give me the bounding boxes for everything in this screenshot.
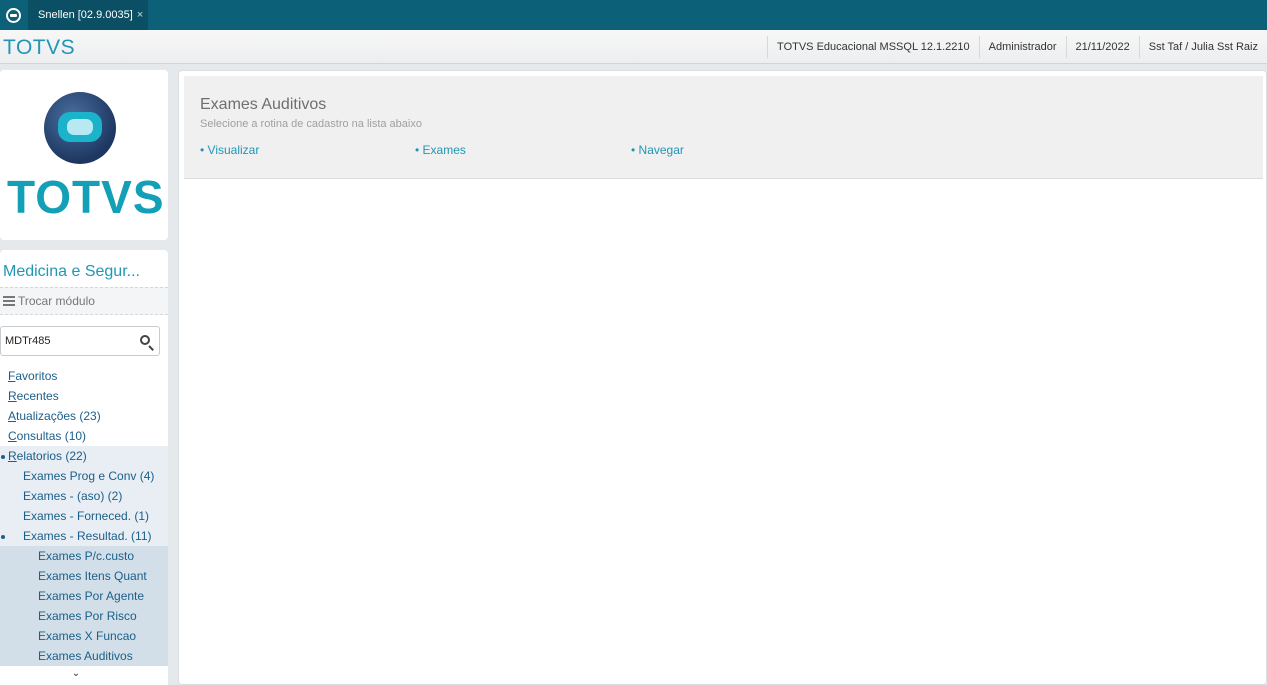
logo-panel: TOTVS: [0, 70, 168, 240]
sidebar-menu: Medicina e Segur... Trocar módulo Favori…: [0, 250, 168, 685]
menu-item-recentes[interactable]: Recentes: [0, 386, 168, 406]
home-button[interactable]: [0, 0, 26, 30]
header-info: TOTVS Educacional MSSQL 12.1.2210 Admini…: [767, 30, 1267, 63]
switch-module-label: Trocar módulo: [18, 294, 95, 308]
menu-item-label: onsultas (10): [16, 429, 87, 443]
submenu-item-exames-resultad[interactable]: Exames - Resultad. (11): [0, 526, 168, 546]
search-input[interactable]: [5, 333, 130, 349]
menu-item-label: avoritos: [15, 369, 58, 383]
menu-leaf-exames-auditivos[interactable]: Exames Auditivos: [0, 646, 168, 666]
branch-label[interactable]: Sst Taf / Julia Sst Raiz: [1138, 35, 1267, 58]
chevron-down-icon[interactable]: ⌄: [70, 668, 82, 680]
tab-label: Snellen [02.9.0035]: [38, 9, 133, 21]
page-subtitle: Selecione a rotina de cadastro na lista …: [200, 118, 422, 130]
menu-item-label: tualizações (23): [16, 409, 101, 423]
menu-item-relatorios[interactable]: Relatorios (22): [0, 446, 168, 466]
main-content: Exames Auditivos Selecione a rotina de c…: [178, 70, 1267, 685]
menu-item-consultas[interactable]: Consultas (10): [0, 426, 168, 446]
search-icon[interactable]: [140, 335, 150, 345]
routine-banner: Exames Auditivos Selecione a rotina de c…: [184, 76, 1263, 179]
menu-item-label: ecentes: [16, 389, 59, 403]
submenu-item-label: Exames - Resultad. (11): [23, 529, 152, 543]
link-navegar[interactable]: • Navegar: [631, 143, 684, 157]
search-field[interactable]: [0, 326, 160, 356]
submenu-item-exames-prog-conv[interactable]: Exames Prog e Conv (4): [0, 466, 168, 486]
link-exames[interactable]: • Exames: [415, 143, 466, 157]
expanded-bullet-icon: [1, 535, 5, 539]
menu-leaf-exames-itens-quant[interactable]: Exames Itens Quant: [0, 566, 168, 586]
expanded-bullet-icon: [1, 455, 5, 459]
header-bar: TOTVS TOTVS Educacional MSSQL 12.1.2210 …: [0, 30, 1267, 64]
menu-item-hotkey: C: [8, 429, 17, 443]
hamburger-icon: [3, 296, 15, 306]
switch-module-button[interactable]: Trocar módulo: [0, 287, 168, 315]
menu-item-hotkey: A: [8, 409, 17, 423]
submenu-item-exames-aso[interactable]: Exames - (aso) (2): [0, 486, 168, 506]
menu-leaf-exames-por-agente[interactable]: Exames Por Agente: [0, 586, 168, 606]
logo-text: TOTVS: [7, 171, 165, 223]
close-icon[interactable]: ×: [137, 9, 143, 21]
tab-snellen[interactable]: Snellen [02.9.0035] ×: [28, 0, 148, 30]
menu-item-favoritos[interactable]: Favoritos: [0, 366, 168, 386]
brand-title: TOTVS: [3, 36, 76, 59]
link-visualizar[interactable]: • Visualizar: [200, 143, 259, 157]
totvs-logo-icon: [44, 92, 116, 164]
menu-item-atualizacoes[interactable]: Atualizações (23): [0, 406, 168, 426]
module-title: Medicina e Segur...: [3, 263, 140, 280]
totvs-icon: [5, 7, 21, 23]
menu-item-label: elatorios (22): [16, 449, 87, 463]
menu-leaf-exames-por-risco[interactable]: Exames Por Risco: [0, 606, 168, 626]
environment-label[interactable]: TOTVS Educacional MSSQL 12.1.2210: [767, 35, 979, 58]
menu-leaf-exames-pc-custo[interactable]: Exames P/c.custo: [0, 546, 168, 566]
menu-list: Favoritos Recentes Atualizações (23) Con…: [0, 366, 168, 666]
menu-item-hotkey: R: [8, 389, 17, 403]
menu-leaf-exames-x-funcao[interactable]: Exames X Funcao: [0, 626, 168, 646]
tab-bar: Snellen [02.9.0035] ×: [0, 0, 1267, 30]
menu-item-hotkey: R: [8, 449, 17, 463]
submenu-item-exames-forneced[interactable]: Exames - Forneced. (1): [0, 506, 168, 526]
page-title: Exames Auditivos: [200, 96, 327, 113]
date-label[interactable]: 21/11/2022: [1065, 35, 1139, 58]
user-label[interactable]: Administrador: [978, 35, 1066, 58]
